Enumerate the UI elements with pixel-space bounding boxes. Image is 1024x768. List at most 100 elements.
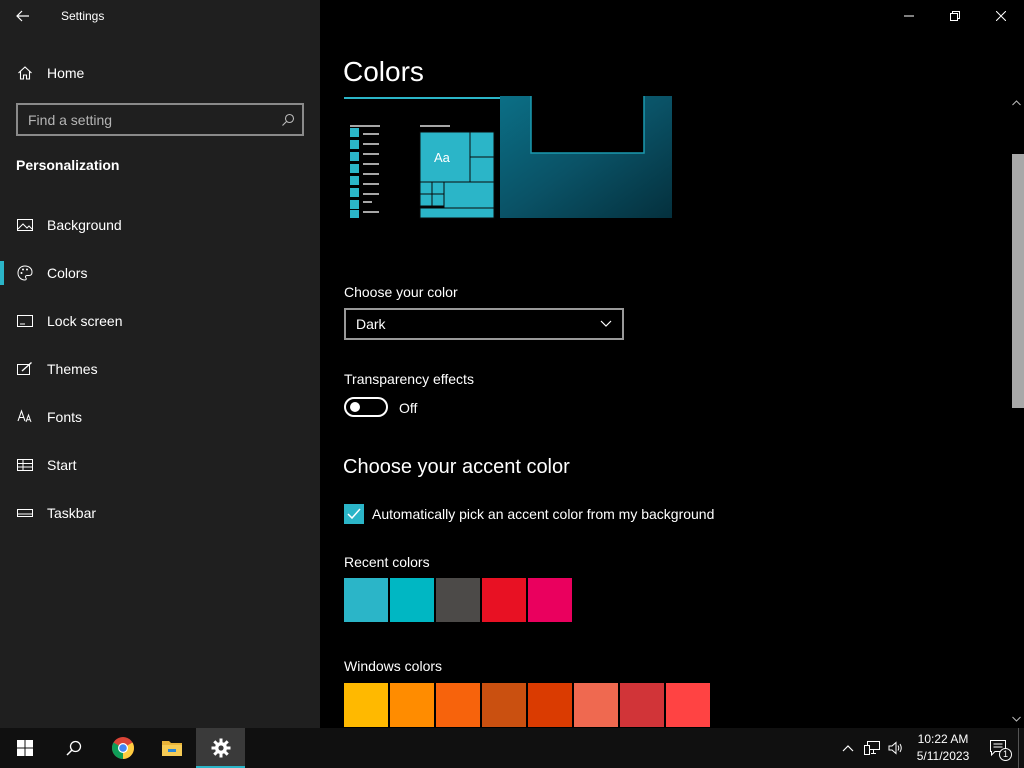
nav-list: Background Colors Lock screen Themes Fon…: [0, 201, 320, 537]
sidebar-item-label: Taskbar: [47, 505, 97, 521]
choose-color-dropdown[interactable]: Dark: [344, 308, 624, 340]
search-icon[interactable]: [274, 106, 302, 134]
brush-icon: [16, 360, 34, 378]
transparency-state: Off: [399, 400, 418, 416]
chevron-up-icon: [842, 745, 854, 752]
transparency-toggle[interactable]: [344, 397, 388, 417]
settings-sidebar: Settings Home Personalization Background…: [0, 0, 320, 728]
volume-icon: [888, 741, 902, 755]
recent-color-swatch[interactable]: [528, 578, 572, 622]
clock-date: 5/11/2023: [916, 749, 970, 763]
scroll-up-icon[interactable]: [1011, 98, 1021, 108]
sidebar-item-label: Themes: [47, 361, 98, 377]
preview-sample-text: Aa: [434, 150, 451, 165]
lock-screen-icon: [16, 312, 34, 330]
search-input[interactable]: [18, 105, 274, 134]
taskbar-chrome[interactable]: [98, 728, 147, 768]
recent-color-swatch[interactable]: [482, 578, 526, 622]
sidebar-item-label: Background: [47, 217, 122, 233]
windows-color-swatch[interactable]: [574, 683, 618, 727]
back-button[interactable]: [0, 0, 46, 32]
sidebar-item-label: Lock screen: [47, 313, 123, 329]
windows-colors-swatches: [344, 683, 712, 727]
auto-pick-label: Automatically pick an accent color from …: [372, 506, 715, 522]
minimize-button[interactable]: [886, 0, 932, 32]
windows-color-swatch[interactable]: [344, 683, 388, 727]
section-title: Personalization: [16, 157, 120, 173]
scrollbar[interactable]: [1008, 96, 1024, 728]
windows-color-swatch[interactable]: [666, 683, 710, 727]
scroll-down-icon[interactable]: [1011, 714, 1021, 724]
recent-colors-swatches: [344, 578, 574, 622]
chrome-icon: [111, 737, 134, 759]
network-button[interactable]: [860, 728, 884, 768]
restore-button[interactable]: [932, 0, 978, 32]
notification-badge: 1: [999, 748, 1012, 761]
back-arrow-icon: [16, 10, 29, 22]
choose-color-label: Choose your color: [344, 284, 458, 300]
restore-icon: [950, 11, 960, 21]
sidebar-item-label: Colors: [47, 265, 88, 281]
close-icon: [996, 11, 1006, 21]
recent-color-swatch[interactable]: [344, 578, 388, 622]
palette-icon: [16, 264, 34, 282]
sidebar-item-label: Fonts: [47, 409, 83, 425]
recent-color-swatch[interactable]: [436, 578, 480, 622]
sidebar-item-colors[interactable]: Colors: [0, 249, 320, 297]
volume-button[interactable]: [884, 728, 908, 768]
accent-color-heading: Choose your accent color: [343, 456, 570, 478]
transparency-label: Transparency effects: [344, 371, 474, 387]
taskbar-icon: [16, 504, 34, 522]
file-explorer-icon: [161, 741, 182, 756]
system-tray: 10:22 AM 5/11/2023 1: [836, 728, 1024, 768]
start-icon: [16, 456, 34, 474]
choose-color-value: Dark: [356, 316, 386, 332]
windows-color-swatch[interactable]: [436, 683, 480, 727]
scroll-thumb[interactable]: [1012, 154, 1024, 408]
title-bar: Settings: [0, 0, 320, 32]
sidebar-item-fonts[interactable]: Fonts: [0, 393, 320, 441]
nav-home[interactable]: Home: [0, 56, 320, 90]
network-icon: [864, 741, 880, 755]
show-hidden-icons-button[interactable]: [836, 728, 860, 768]
taskbar-file-explorer[interactable]: [147, 728, 196, 768]
action-center-button[interactable]: 1: [978, 728, 1018, 768]
taskbar-search-button[interactable]: [49, 728, 98, 768]
app-title: Settings: [61, 9, 105, 23]
windows-color-swatch[interactable]: [620, 683, 664, 727]
show-desktop-button[interactable]: [1018, 728, 1024, 768]
window-controls: [886, 0, 1024, 32]
sidebar-item-start[interactable]: Start: [0, 441, 320, 489]
clock-time: 10:22 AM: [917, 732, 969, 746]
taskbar: 10:22 AM 5/11/2023 1: [0, 728, 1024, 768]
auto-pick-checkbox[interactable]: [344, 504, 364, 524]
main-content: Colors Aa Choose your color Dark Transpa…: [320, 0, 1024, 728]
recent-color-swatch[interactable]: [390, 578, 434, 622]
checkmark-icon: [347, 508, 361, 520]
windows-logo-icon: [16, 740, 33, 756]
sidebar-item-themes[interactable]: Themes: [0, 345, 320, 393]
settings-icon: [211, 738, 230, 758]
clock[interactable]: 10:22 AM 5/11/2023: [908, 731, 978, 765]
sidebar-item-background[interactable]: Background: [0, 201, 320, 249]
search-box[interactable]: [16, 103, 304, 136]
recent-colors-label: Recent colors: [344, 554, 430, 570]
sidebar-item-taskbar[interactable]: Taskbar: [0, 489, 320, 537]
home-icon: [16, 64, 34, 82]
minimize-icon: [904, 15, 914, 17]
windows-colors-label: Windows colors: [344, 658, 443, 674]
windows-color-swatch[interactable]: [390, 683, 434, 727]
nav-home-label: Home: [47, 65, 85, 81]
taskbar-settings[interactable]: [196, 728, 245, 768]
page-title: Colors: [343, 56, 424, 87]
close-button[interactable]: [978, 0, 1024, 32]
windows-color-swatch[interactable]: [528, 683, 572, 727]
search-icon: [65, 740, 81, 756]
picture-icon: [16, 216, 34, 234]
sidebar-item-lock-screen[interactable]: Lock screen: [0, 297, 320, 345]
color-preview: Aa: [344, 96, 674, 220]
fonts-icon: [16, 408, 34, 426]
start-button[interactable]: [0, 728, 49, 768]
windows-color-swatch[interactable]: [482, 683, 526, 727]
chevron-down-icon: [600, 320, 612, 327]
